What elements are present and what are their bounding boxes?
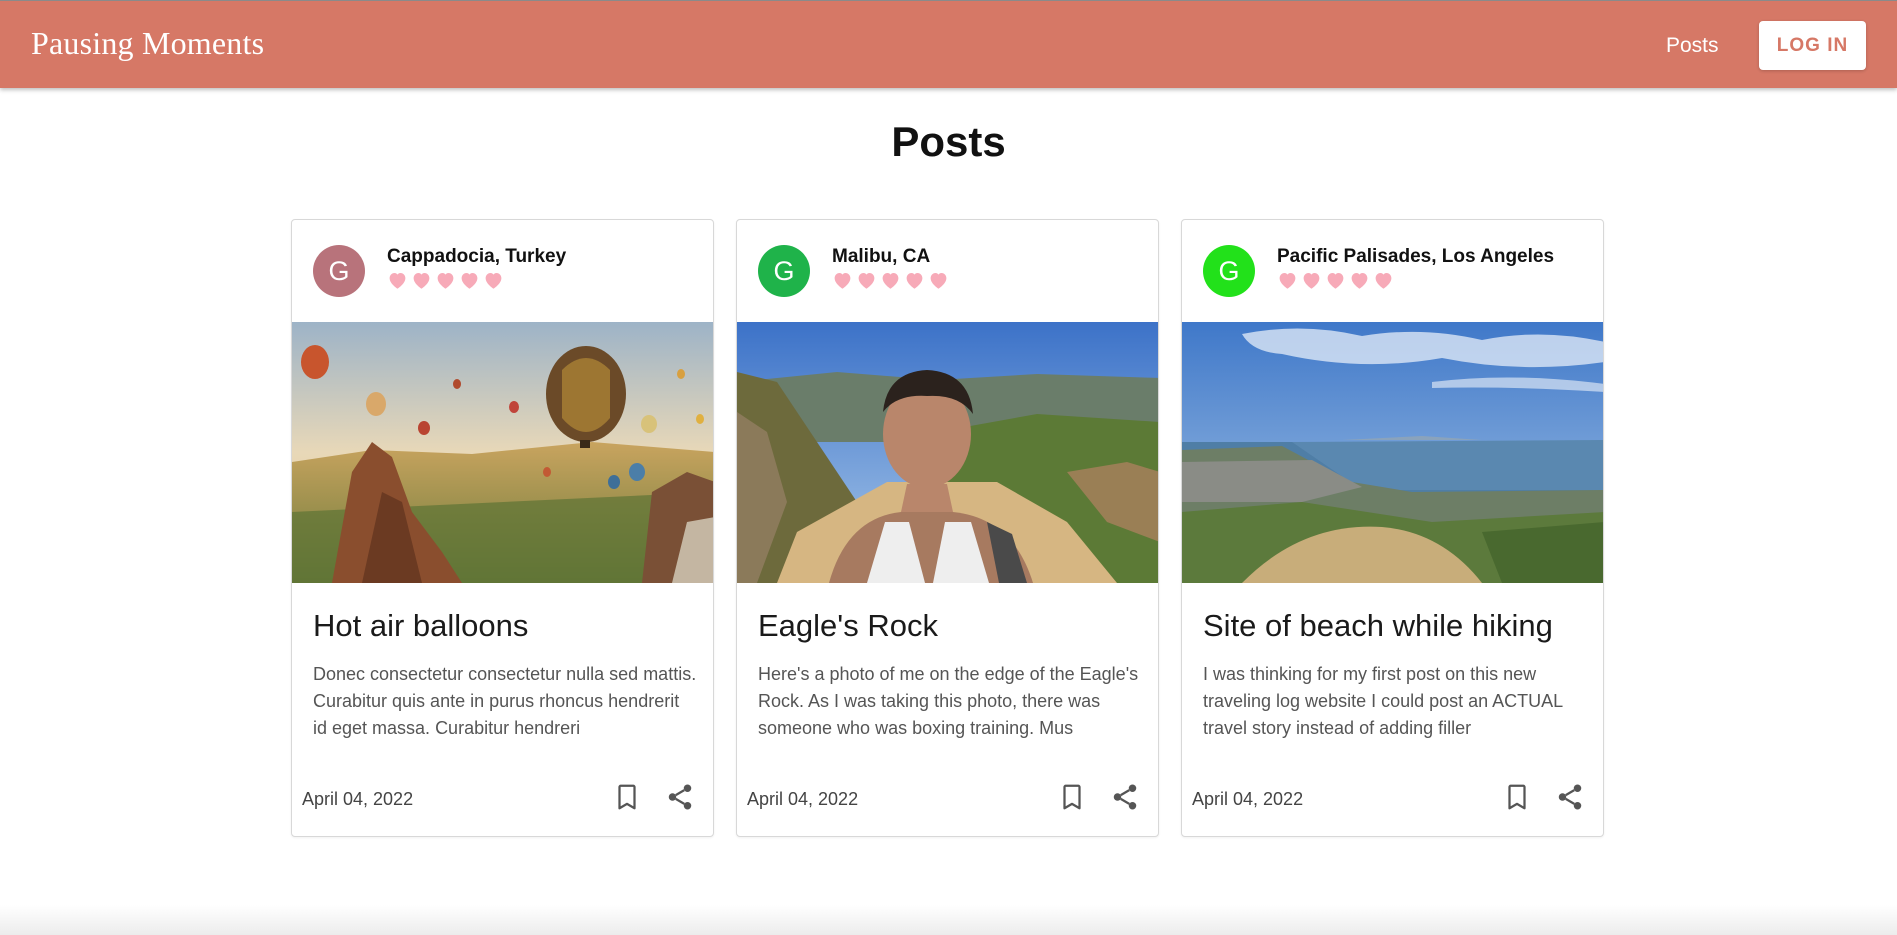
bookmark-icon[interactable]: [1502, 782, 1532, 812]
share-icon[interactable]: [1110, 782, 1140, 812]
post-image[interactable]: [1182, 322, 1603, 583]
heart-icon: [483, 270, 504, 290]
card-header: G Cappadocia, Turkey: [292, 220, 713, 322]
post-location: Malibu, CA: [832, 246, 931, 267]
avatar: G: [313, 245, 365, 297]
heart-icon: [832, 270, 853, 290]
heart-icon: [904, 270, 925, 290]
heart-icon: [435, 270, 456, 290]
post-excerpt: I was thinking for my first post on this…: [1203, 664, 1563, 738]
post-excerpt: Here's a photo of me on the edge of the …: [758, 664, 1139, 738]
post-location: Cappadocia, Turkey: [387, 246, 567, 267]
card-header: G Pacific Palisades, Los Angeles: [1182, 220, 1603, 322]
post-date: April 04, 2022: [1192, 789, 1304, 809]
avatar: G: [1203, 245, 1255, 297]
login-button[interactable]: LOG IN: [1759, 21, 1866, 70]
bookmark-icon[interactable]: [1057, 782, 1087, 812]
app-bar: Pausing Moments Posts LOG IN: [0, 0, 1897, 88]
post-image[interactable]: [292, 322, 713, 583]
page-title: Posts: [891, 118, 1006, 165]
brand-title[interactable]: Pausing Moments: [31, 25, 264, 62]
heart-icon: [880, 270, 901, 290]
heart-icon: [1301, 270, 1322, 290]
heart-icon: [928, 270, 949, 290]
post-date: April 04, 2022: [302, 789, 414, 809]
bookmark-icon[interactable]: [612, 782, 642, 812]
eagles-rock-selfie-photo: [737, 322, 1158, 583]
post-card[interactable]: G Pacific Palisades, Los Angeles Site of…: [1181, 219, 1604, 837]
post-image[interactable]: [737, 322, 1158, 583]
post-title[interactable]: Site of beach while hiking: [1203, 608, 1553, 644]
heart-icon: [1277, 270, 1298, 290]
card-header: G Malibu, CA: [737, 220, 1158, 322]
post-location: Pacific Palisades, Los Angeles: [1277, 246, 1555, 267]
heart-icon: [1325, 270, 1346, 290]
beach-hiking-view-photo: [1182, 322, 1603, 583]
heart-icon: [459, 270, 480, 290]
heart-icon: [1349, 270, 1370, 290]
heart-icon: [856, 270, 877, 290]
heart-icon: [1373, 270, 1394, 290]
page-bottom-shade: [0, 905, 1897, 935]
hot-air-balloons-photo: [292, 322, 713, 583]
nav-posts-link[interactable]: Posts: [1666, 34, 1719, 58]
post-excerpt: Donec consectetur consectetur nulla sed …: [313, 664, 697, 738]
rating-hearts: [832, 270, 949, 290]
rating-hearts: [1277, 270, 1394, 290]
post-title[interactable]: Hot air balloons: [313, 608, 528, 644]
avatar: G: [758, 245, 810, 297]
heart-icon: [387, 270, 408, 290]
rating-hearts: [387, 270, 504, 290]
post-date: April 04, 2022: [747, 789, 859, 809]
heart-icon: [411, 270, 432, 290]
post-title[interactable]: Eagle's Rock: [758, 608, 938, 644]
post-card[interactable]: G Cappadocia, Turkey Hot air balloons Do…: [291, 219, 714, 837]
share-icon[interactable]: [1555, 782, 1585, 812]
post-card[interactable]: G Malibu, CA Eagle's Rock Here's a photo…: [736, 219, 1159, 837]
share-icon[interactable]: [665, 782, 695, 812]
